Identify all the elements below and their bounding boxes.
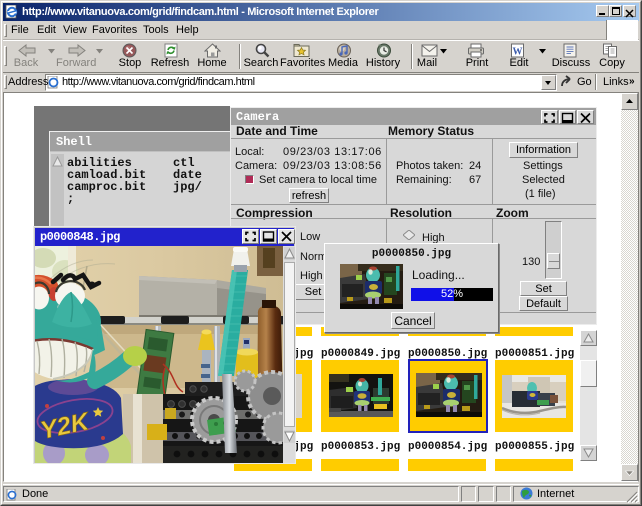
- svg-text:W: W: [513, 47, 523, 58]
